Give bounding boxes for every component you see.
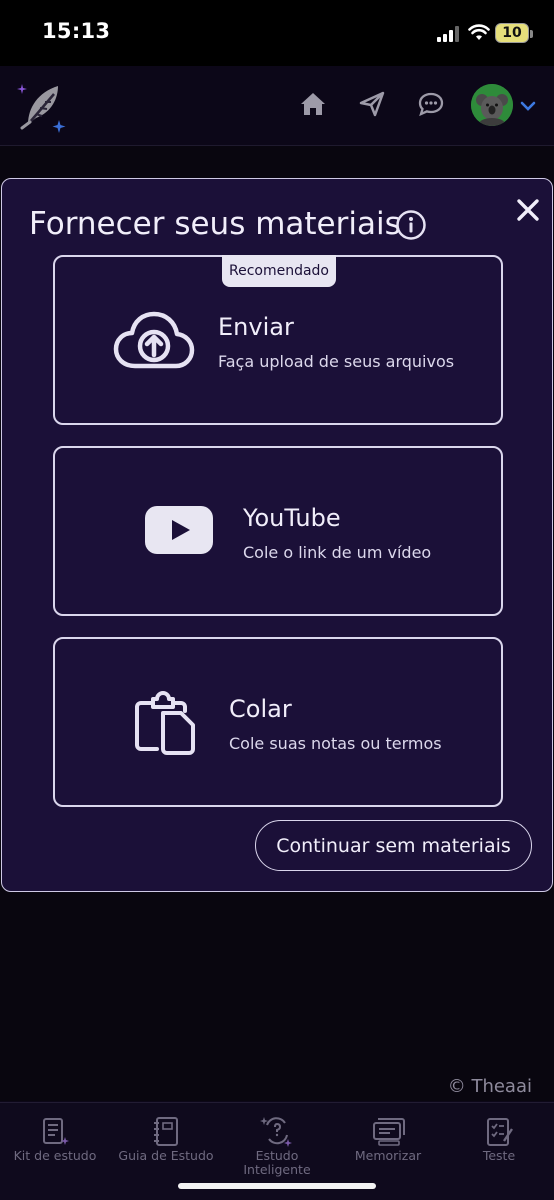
youtube-icon <box>145 506 213 554</box>
paste-option-card[interactable]: Colar Cole suas notas ou termos <box>53 637 503 807</box>
nav-label-smart-study: Estudo Inteligente <box>243 1148 311 1177</box>
nav-label-test: Teste <box>482 1148 516 1163</box>
nav-item-study-guide[interactable]: Guia de Estudo <box>111 1103 221 1183</box>
nav-item-test[interactable]: Teste <box>444 1103 554 1183</box>
nav-label-study-guide: Guia de Estudo <box>118 1148 214 1163</box>
recommended-badge: Recomendado <box>222 255 336 287</box>
notebook-icon <box>154 1117 178 1146</box>
youtube-option-card[interactable]: YouTube Cole o link de um vídeo <box>53 446 503 616</box>
info-icon[interactable] <box>395 209 427 241</box>
test-icon <box>487 1118 513 1146</box>
nav-label-memorize: Memorizar <box>354 1148 422 1163</box>
paste-option-subtitle: Cole suas notas ou termos <box>229 734 442 753</box>
cellular-signal-icon <box>437 26 459 42</box>
continue-without-materials-button[interactable]: Continuar sem materiais <box>255 820 532 871</box>
youtube-option-subtitle: Cole o link de um vídeo <box>243 543 432 562</box>
study-kit-icon <box>43 1118 69 1145</box>
home-indicator[interactable] <box>178 1183 376 1189</box>
upload-option-subtitle: Faça upload de seus arquivos <box>218 352 455 371</box>
status-time: 15:13 <box>42 19 111 43</box>
materials-modal: Fornecer seus materiais Recomendado Envi… <box>1 178 553 892</box>
nav-item-smart-study[interactable]: Estudo Inteligente <box>222 1103 332 1183</box>
app-header <box>0 66 554 146</box>
nav-item-memorize[interactable]: Memorizar <box>333 1103 443 1183</box>
chevron-down-icon[interactable] <box>520 100 536 112</box>
nav-label-study-kit: Kit de estudo <box>13 1148 97 1163</box>
avatar[interactable] <box>471 84 513 126</box>
chat-icon[interactable] <box>417 90 445 118</box>
home-icon[interactable] <box>299 90 327 118</box>
wifi-icon <box>468 24 490 40</box>
koala-avatar-icon <box>471 84 513 126</box>
nav-item-study-kit[interactable]: Kit de estudo <box>0 1103 110 1183</box>
modal-title: Fornecer seus materiais <box>29 206 401 242</box>
cloud-upload-icon <box>113 311 195 369</box>
paste-icon <box>135 691 195 755</box>
close-icon[interactable] <box>516 198 540 222</box>
youtube-option-title: YouTube <box>243 504 341 532</box>
upload-option-card[interactable]: Recomendado Enviar Faça upload de seus a… <box>53 255 503 425</box>
send-icon[interactable] <box>358 90 386 118</box>
flashcards-icon <box>373 1118 405 1146</box>
status-bar: 15:13 10 <box>0 0 554 66</box>
smart-study-icon <box>260 1117 292 1147</box>
quill-logo-icon[interactable] <box>14 78 74 134</box>
battery-level: 10 <box>502 25 522 41</box>
copyright-text: © Theaai <box>447 1076 532 1097</box>
paste-option-title: Colar <box>229 695 292 723</box>
battery-icon: 10 <box>495 23 533 43</box>
upload-option-title: Enviar <box>218 313 294 341</box>
